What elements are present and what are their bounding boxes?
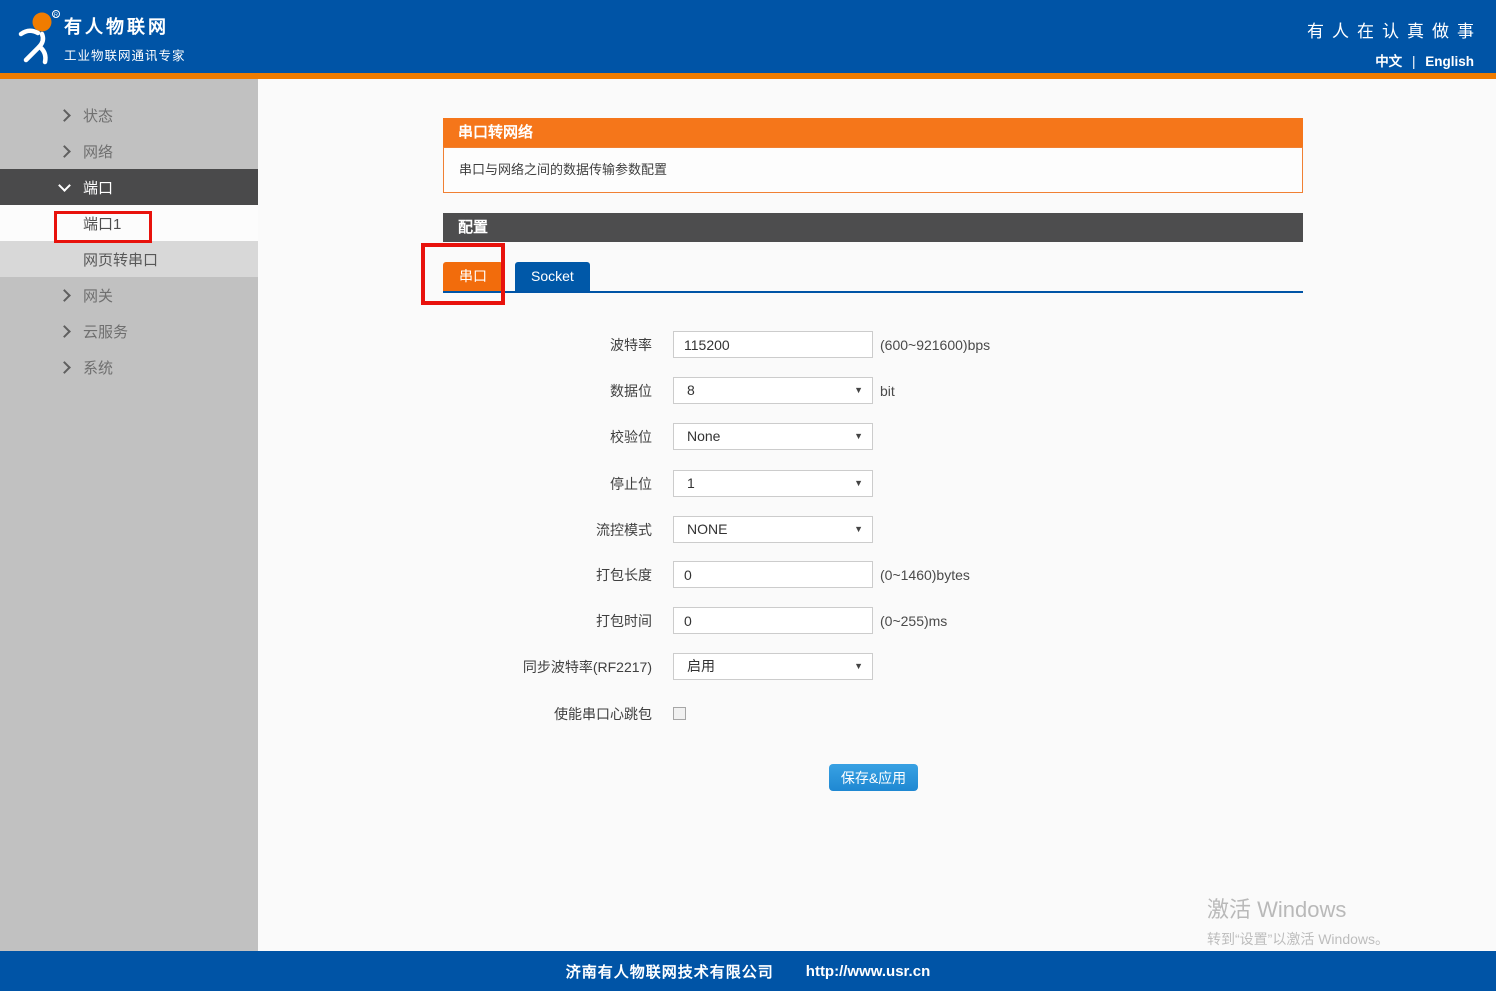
- dropdown-arrow-icon: ▼: [854, 471, 863, 496]
- serial-heartbeat-label: 使能串口心跳包: [443, 704, 652, 724]
- chevron-right-icon: [58, 325, 71, 338]
- sidebar-item-network[interactable]: 网络: [0, 133, 258, 169]
- dropdown-arrow-icon: ▼: [854, 654, 863, 679]
- data-bits-select[interactable]: 8 ▼: [673, 377, 873, 404]
- flow-control-select[interactable]: NONE ▼: [673, 516, 873, 543]
- packet-length-hint: (0~1460)bytes: [880, 567, 970, 583]
- header-slogan: 有人在认真做事: [1307, 17, 1482, 42]
- baud-rate-input[interactable]: [673, 331, 873, 358]
- form-row-flow-control: 流控模式 NONE ▼: [443, 516, 873, 543]
- language-switcher: 中文 | English: [1307, 50, 1474, 70]
- sidebar-item-label: 状态: [83, 105, 113, 126]
- lang-divider: |: [1412, 54, 1416, 69]
- data-bits-value: 8: [687, 382, 695, 398]
- save-apply-button[interactable]: 保存&应用: [829, 764, 918, 791]
- form-row-stop-bits: 停止位 1 ▼: [443, 470, 873, 497]
- footer-company: 济南有人物联网技术有限公司: [566, 961, 774, 982]
- brand-text: 有人物联网 工业物联网通讯专家: [64, 13, 186, 64]
- data-bits-hint: bit: [880, 383, 895, 399]
- parity-label: 校验位: [443, 427, 652, 447]
- tab-bar: 串口 Socket: [443, 262, 1303, 293]
- chevron-right-icon: [58, 145, 71, 158]
- packet-time-label: 打包时间: [443, 611, 652, 631]
- tab-socket[interactable]: Socket: [515, 262, 590, 291]
- brand-logo-icon: R: [11, 8, 65, 70]
- data-bits-label: 数据位: [443, 381, 652, 401]
- sidebar-item-label: 系统: [83, 357, 113, 378]
- watermark-line2: 转到“设置”以激活 Windows。: [1207, 929, 1389, 949]
- sidebar-item-port1[interactable]: 端口1: [0, 205, 258, 241]
- dropdown-arrow-icon: ▼: [854, 517, 863, 542]
- parity-value: None: [687, 428, 720, 444]
- brand-subtitle: 工业物联网通讯专家: [64, 45, 186, 64]
- baud-rate-hint: (600~921600)bps: [880, 337, 990, 353]
- sync-baudrate-value: 启用: [687, 658, 715, 674]
- sidebar-item-system[interactable]: 系统: [0, 349, 258, 385]
- chevron-right-icon: [58, 361, 71, 374]
- sidebar-item-label: 网关: [83, 285, 113, 306]
- packet-time-input[interactable]: [673, 607, 873, 634]
- flow-control-value: NONE: [687, 521, 727, 537]
- packet-length-input[interactable]: [673, 561, 873, 588]
- sidebar-item-label: 网页转串口: [83, 249, 158, 270]
- page-description: 串口与网络之间的数据传输参数配置: [443, 147, 1303, 193]
- serial-heartbeat-checkbox[interactable]: [673, 707, 686, 720]
- chevron-right-icon: [58, 109, 71, 122]
- stop-bits-select[interactable]: 1 ▼: [673, 470, 873, 497]
- form-row-data-bits: 数据位 8 ▼ bit: [443, 377, 895, 404]
- chevron-right-icon: [58, 289, 71, 302]
- lang-english-link[interactable]: English: [1425, 54, 1474, 69]
- header-right: 有人在认真做事 中文 | English: [1307, 17, 1474, 70]
- windows-activation-watermark: 激活 Windows 转到“设置”以激活 Windows。: [1207, 892, 1389, 949]
- sidebar-item-label: 云服务: [83, 321, 128, 342]
- packet-length-label: 打包长度: [443, 565, 652, 585]
- stop-bits-label: 停止位: [443, 474, 652, 494]
- footer-url-link[interactable]: http://www.usr.cn: [806, 963, 930, 980]
- brand-title: 有人物联网: [64, 13, 186, 39]
- sidebar-item-status[interactable]: 状态: [0, 97, 258, 133]
- tab-serial[interactable]: 串口: [443, 262, 503, 291]
- dropdown-arrow-icon: ▼: [854, 424, 863, 449]
- dropdown-arrow-icon: ▼: [854, 378, 863, 403]
- form-row-baud-rate: 波特率 (600~921600)bps: [443, 331, 990, 358]
- sidebar-item-gateway[interactable]: 网关: [0, 277, 258, 313]
- sidebar-item-port[interactable]: 端口: [0, 169, 258, 205]
- page-title: 串口转网络: [443, 118, 1303, 147]
- chevron-down-icon: [58, 179, 71, 192]
- form-row-serial-heartbeat: 使能串口心跳包: [443, 700, 686, 727]
- form-row-packet-time: 打包时间 (0~255)ms: [443, 607, 947, 634]
- sync-baudrate-select[interactable]: 启用 ▼: [673, 653, 873, 680]
- app-header: R 有人物联网 工业物联网通讯专家 有人在认真做事 中文 | English: [0, 0, 1496, 73]
- app-footer: 济南有人物联网技术有限公司 http://www.usr.cn: [0, 951, 1496, 991]
- lang-chinese-link[interactable]: 中文: [1375, 54, 1402, 69]
- svg-text:R: R: [54, 12, 58, 18]
- watermark-line1: 激活 Windows: [1207, 892, 1389, 924]
- sidebar-item-label: 网络: [83, 141, 113, 162]
- sidebar-item-label: 端口1: [83, 213, 121, 234]
- packet-time-hint: (0~255)ms: [880, 613, 947, 629]
- page: R 有人物联网 工业物联网通讯专家 有人在认真做事 中文 | English: [0, 0, 1496, 991]
- sidebar-item-web-to-serial[interactable]: 网页转串口: [0, 241, 258, 277]
- form-row-parity: 校验位 None ▼: [443, 423, 873, 450]
- sync-baudrate-label: 同步波特率(RF2217): [443, 657, 652, 677]
- sidebar-item-cloud-service[interactable]: 云服务: [0, 313, 258, 349]
- baud-rate-label: 波特率: [443, 335, 652, 355]
- flow-control-label: 流控模式: [443, 520, 652, 540]
- sidebar: 状态 网络 端口 端口1 网页转串口 网关 云服务 系统: [0, 79, 258, 951]
- stop-bits-value: 1: [687, 475, 695, 491]
- sidebar-item-label: 端口: [83, 177, 113, 198]
- form-row-sync-baudrate: 同步波特率(RF2217) 启用 ▼: [443, 653, 873, 680]
- parity-select[interactable]: None ▼: [673, 423, 873, 450]
- section-title: 配置: [443, 213, 1303, 242]
- form-row-packet-length: 打包长度 (0~1460)bytes: [443, 561, 970, 588]
